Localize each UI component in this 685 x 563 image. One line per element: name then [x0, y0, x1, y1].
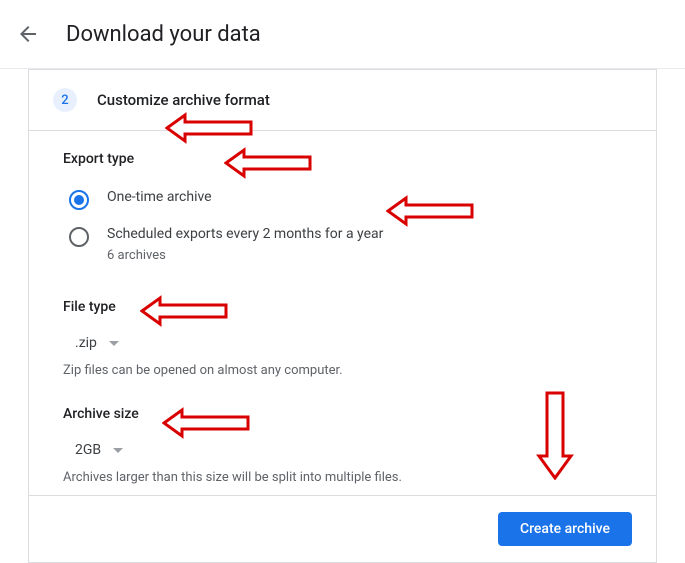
radio-scheduled-exports[interactable]: Scheduled exports every 2 months for a y…	[63, 218, 622, 271]
radio-sublabel: 6 archives	[107, 248, 383, 263]
archive-size-label: Archive size	[63, 406, 622, 422]
archive-size-helper: Archives larger than this size will be s…	[63, 470, 622, 485]
create-archive-button[interactable]: Create archive	[498, 512, 632, 546]
step-header: 2 Customize archive format	[29, 70, 656, 131]
radio-icon	[69, 227, 89, 247]
step-number: 2	[53, 88, 77, 112]
chevron-down-icon	[113, 448, 123, 453]
file-type-label: File type	[63, 299, 622, 315]
card-body: Export type One-time archive Scheduled e…	[29, 131, 656, 495]
archive-size-dropdown[interactable]: 2GB	[63, 436, 135, 464]
radio-icon	[69, 190, 89, 210]
back-button[interactable]	[8, 14, 48, 54]
file-type-helper: Zip files can be opened on almost any co…	[63, 363, 622, 378]
page-title: Download your data	[66, 22, 261, 47]
export-type-label: Export type	[63, 151, 622, 167]
card-footer: Create archive	[29, 495, 656, 562]
archive-format-card: 2 Customize archive format Export type O…	[28, 69, 657, 563]
radio-one-time-archive[interactable]: One-time archive	[63, 181, 622, 218]
step-title: Customize archive format	[97, 91, 270, 109]
file-type-dropdown[interactable]: .zip	[63, 329, 131, 357]
file-type-value: .zip	[75, 335, 97, 351]
radio-label: One-time archive	[107, 189, 212, 205]
archive-size-value: 2GB	[75, 442, 101, 458]
page-header: Download your data	[0, 0, 685, 69]
chevron-down-icon	[109, 341, 119, 346]
arrow-back-icon	[16, 22, 40, 46]
radio-label: Scheduled exports every 2 months for a y…	[107, 226, 383, 242]
